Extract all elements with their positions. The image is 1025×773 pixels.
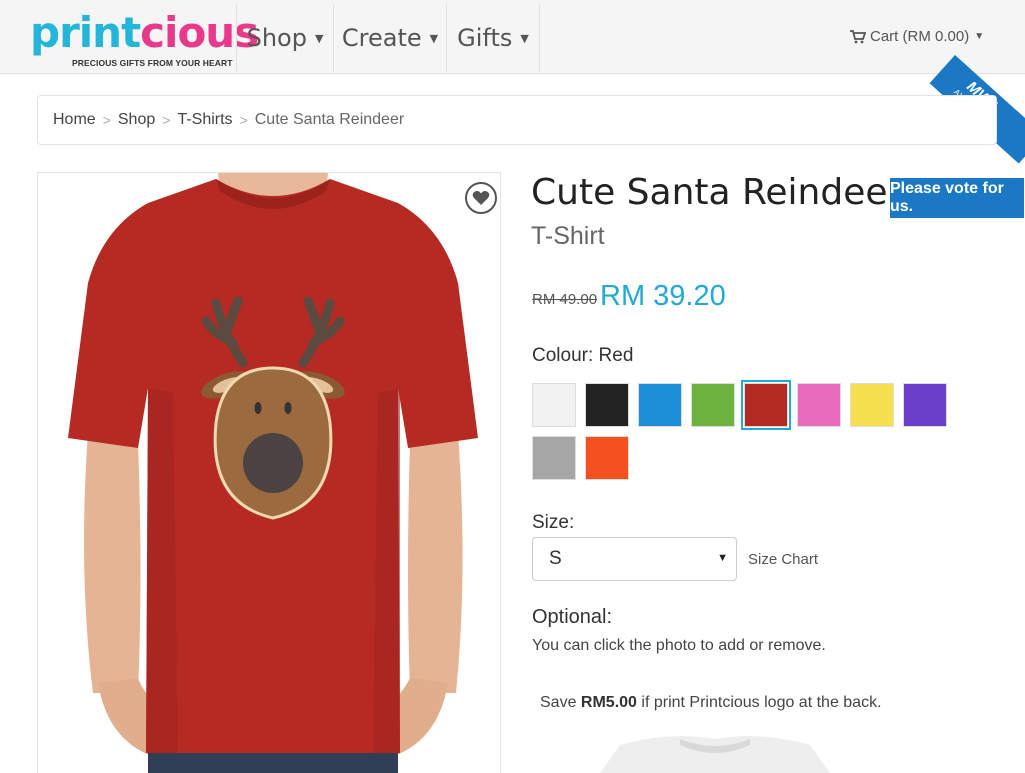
colour-swatch[interactable] [797, 383, 841, 427]
optional-label: Optional: [532, 606, 613, 628]
colour-swatch[interactable] [532, 383, 576, 427]
nav-gifts-label: Gifts [457, 24, 513, 52]
cart-label: Cart (RM 0.00) [870, 28, 970, 45]
product-type: T-Shirt [531, 222, 605, 250]
shirt-back-photo [600, 736, 830, 773]
nav-create-menu[interactable]: Create ▼ [334, 4, 447, 72]
nav-gifts-menu[interactable]: Gifts ▼ [447, 4, 540, 72]
tshirt-reindeer-photo [68, 173, 478, 773]
breadcrumb-shop[interactable]: Shop [118, 111, 155, 129]
breadcrumb: Home > Shop > T-Shirts > Cute Santa Rein… [37, 95, 997, 145]
top-navbar: printcious PRECIOUS GIFTS FROM YOUR HEAR… [0, 0, 1025, 74]
size-select[interactable]: S ▼ [532, 537, 737, 581]
sale-price: RM 39.20 [600, 280, 726, 312]
breadcrumb-home[interactable]: Home [53, 111, 96, 129]
back-logo-offer: Save RM5.00 if print Printcious logo at … [540, 694, 882, 712]
printcious-logo[interactable]: printcious PRECIOUS GIFTS FROM YOUR HEAR… [30, 10, 259, 69]
original-price: RM 49.00 [532, 291, 598, 308]
cart-menu[interactable]: Cart (RM 0.00) ▼ [850, 28, 984, 45]
breadcrumb-current: Cute Santa Reindeer [254, 111, 405, 128]
caret-down-icon: ▼ [429, 31, 439, 45]
logo-word-part1: print [30, 8, 141, 57]
caret-down-icon: ▼ [314, 31, 324, 45]
caret-down-icon: ▼ [974, 31, 985, 42]
save-suffix: if print Printcious logo at the back. [636, 694, 882, 711]
dropdown-arrow-icon: ▼ [717, 552, 728, 564]
nav-create-label: Create [341, 24, 422, 52]
shopping-cart-icon [850, 29, 866, 43]
size-chart-link[interactable]: Size Chart [748, 551, 818, 568]
colour-swatch[interactable] [638, 383, 682, 427]
colour-label: Colour: Red [532, 345, 634, 366]
optional-hint: You can click the photo to add or remove… [532, 637, 826, 654]
product-image[interactable] [37, 172, 501, 773]
product-title: Cute Santa Reindeer [531, 172, 903, 213]
vote-for-us-button[interactable]: Please vote for us. [890, 178, 1024, 218]
colour-swatch[interactable] [585, 383, 629, 427]
nav-shop-menu[interactable]: Shop ▼ [236, 4, 334, 72]
caret-down-icon: ▼ [520, 31, 529, 45]
size-label: Size: [532, 512, 575, 533]
colour-swatch[interactable] [691, 383, 735, 427]
size-selected-value: S [549, 548, 562, 569]
breadcrumb-separator: > [239, 112, 248, 128]
nav-shop-label: Shop [246, 24, 307, 52]
breadcrumb-separator: > [162, 112, 171, 128]
save-prefix: Save [540, 694, 581, 711]
back-print-option-image[interactable] [600, 731, 830, 773]
colour-swatch[interactable] [903, 383, 947, 427]
breadcrumb-separator: > [102, 112, 111, 128]
logo-tagline: PRECIOUS GIFTS FROM YOUR HEART [72, 58, 233, 68]
colour-swatch[interactable] [741, 380, 791, 430]
breadcrumb-tshirts[interactable]: T-Shirts [177, 111, 232, 129]
colour-swatch[interactable] [532, 436, 576, 480]
wishlist-heart-button[interactable] [465, 182, 497, 214]
colour-swatch[interactable] [850, 383, 894, 427]
logo-wordmark: printcious [30, 8, 259, 57]
heart-icon [472, 191, 490, 205]
colour-swatch[interactable] [585, 436, 629, 480]
save-amount: RM5.00 [580, 694, 637, 711]
